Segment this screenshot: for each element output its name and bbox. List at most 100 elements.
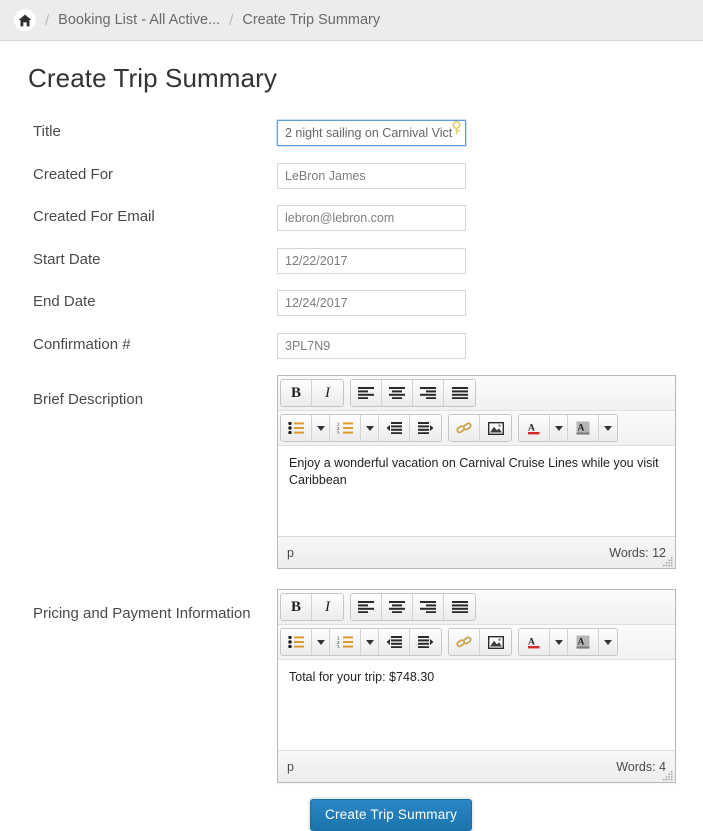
bullet-list-button[interactable] <box>281 415 312 441</box>
element-path: p <box>287 759 294 774</box>
align-left-icon <box>358 601 374 613</box>
numbered-list-dropdown[interactable] <box>361 629 379 655</box>
form-row-pricing-payment: Pricing and Payment Information B I 1 2 … <box>33 589 703 783</box>
alignment-group <box>350 379 476 407</box>
highlight-color-icon: A <box>576 635 590 649</box>
label-confirmation-number: Confirmation # <box>33 335 131 353</box>
indent-button[interactable] <box>410 629 441 655</box>
breadcrumb-item-booking-list[interactable]: Booking List - All Active... <box>58 12 220 28</box>
start-date-input[interactable] <box>277 247 466 274</box>
resize-grip-icon[interactable] <box>663 556 673 567</box>
resize-grip-icon[interactable] <box>663 770 673 781</box>
editor2-toolbar-row-1: B I <box>278 590 675 625</box>
image-icon <box>487 421 504 435</box>
bold-button[interactable]: B <box>281 594 312 620</box>
numbered-list-icon: 123 <box>337 636 353 648</box>
link-button[interactable] <box>449 629 480 655</box>
align-center-icon <box>389 601 405 613</box>
bullet-list-dropdown[interactable] <box>312 415 330 441</box>
label-created-for-email: Created For Email <box>33 208 155 225</box>
align-right-button[interactable] <box>413 594 444 620</box>
brief-description-content[interactable]: Enjoy a wonderful vacation on Carnival C… <box>278 446 675 536</box>
font-color-button[interactable]: A <box>519 415 550 441</box>
chevron-down-icon <box>365 639 374 645</box>
form-row-created-for-email: Created For Email <box>33 205 703 231</box>
chevron-down-icon <box>554 425 563 431</box>
font-color-icon: A <box>528 638 540 649</box>
font-color-dropdown[interactable] <box>550 415 568 441</box>
form-row-title: Title <box>33 120 703 146</box>
italic-button[interactable]: I <box>312 380 343 406</box>
insert-group <box>448 414 512 442</box>
align-center-button[interactable] <box>382 380 413 406</box>
label-start-date: Start Date <box>33 250 101 268</box>
breadcrumb-separator-2: / <box>229 11 234 29</box>
breadcrumb: / Booking List - All Active... / Create … <box>0 0 703 41</box>
bullet-list-button[interactable] <box>281 629 312 655</box>
italic-icon: I <box>325 384 330 401</box>
form-row-end-date: End Date <box>33 290 703 316</box>
highlight-color-button[interactable]: A <box>568 629 599 655</box>
create-trip-summary-button[interactable]: Create Trip Summary <box>310 799 473 831</box>
label-brief-description: Brief Description <box>33 391 144 408</box>
align-center-icon <box>389 387 405 399</box>
bold-icon: B <box>290 598 301 615</box>
chevron-down-icon <box>316 639 325 645</box>
text-style-group: B I <box>280 379 344 407</box>
highlight-color-dropdown[interactable] <box>599 415 617 441</box>
pricing-payment-statusbar: p Words: 4 <box>278 750 675 782</box>
pricing-payment-content[interactable]: Total for your trip: $748.30 <box>278 660 675 750</box>
home-icon[interactable] <box>14 9 36 31</box>
svg-text:3: 3 <box>337 644 340 648</box>
trip-summary-form: Title Created For Created For Email <box>0 120 703 831</box>
bullet-list-icon <box>288 422 304 434</box>
highlight-color-button[interactable]: A <box>568 415 599 441</box>
chevron-down-icon <box>554 639 563 645</box>
font-color-icon: A <box>528 424 540 435</box>
highlight-color-dropdown[interactable] <box>599 629 617 655</box>
font-color-dropdown[interactable] <box>550 629 568 655</box>
title-input[interactable] <box>277 120 466 146</box>
svg-text:A: A <box>578 423 585 433</box>
numbered-list-dropdown[interactable] <box>361 415 379 441</box>
italic-icon: I <box>325 598 330 615</box>
align-justify-button[interactable] <box>444 380 475 406</box>
list-indent-group: 123 <box>280 628 442 656</box>
link-icon <box>456 422 472 434</box>
svg-text:3: 3 <box>337 430 340 434</box>
brief-description-editor: B I 1 2 3 A A Enjoy a wonderful vacation… <box>277 375 676 569</box>
bold-icon: B <box>290 384 301 401</box>
bold-button[interactable]: B <box>281 380 312 406</box>
image-icon <box>487 635 504 649</box>
align-right-button[interactable] <box>413 380 444 406</box>
link-icon <box>456 636 472 648</box>
highlight-color-icon: A <box>576 421 590 435</box>
indent-button[interactable] <box>410 415 441 441</box>
align-left-button[interactable] <box>351 380 382 406</box>
align-left-button[interactable] <box>351 594 382 620</box>
image-button[interactable] <box>480 629 511 655</box>
chevron-down-icon <box>316 425 325 431</box>
numbered-list-button[interactable]: 123 <box>330 629 361 655</box>
outdent-button[interactable] <box>379 415 410 441</box>
font-color-button[interactable]: A <box>519 629 550 655</box>
confirmation-number-input[interactable] <box>277 332 466 359</box>
bullet-list-dropdown[interactable] <box>312 629 330 655</box>
outdent-button[interactable] <box>379 629 410 655</box>
end-date-input[interactable] <box>277 290 466 316</box>
alignment-group <box>350 593 476 621</box>
link-button[interactable] <box>449 415 480 441</box>
align-justify-button[interactable] <box>444 594 475 620</box>
chevron-down-icon <box>365 425 374 431</box>
align-center-button[interactable] <box>382 594 413 620</box>
italic-button[interactable]: I <box>312 594 343 620</box>
word-count: Words: 4 <box>616 759 666 774</box>
title-field-wrap <box>277 120 466 146</box>
breadcrumb-separator-1: / <box>45 11 50 29</box>
numbered-list-button[interactable]: 123 <box>330 415 361 441</box>
created-for-email-input[interactable] <box>277 205 466 231</box>
created-for-input[interactable] <box>277 162 466 189</box>
align-right-icon <box>420 387 436 399</box>
image-button[interactable] <box>480 415 511 441</box>
pricing-payment-editor: B I 1 2 3 A A Total for your trip: $748.… <box>277 589 676 783</box>
